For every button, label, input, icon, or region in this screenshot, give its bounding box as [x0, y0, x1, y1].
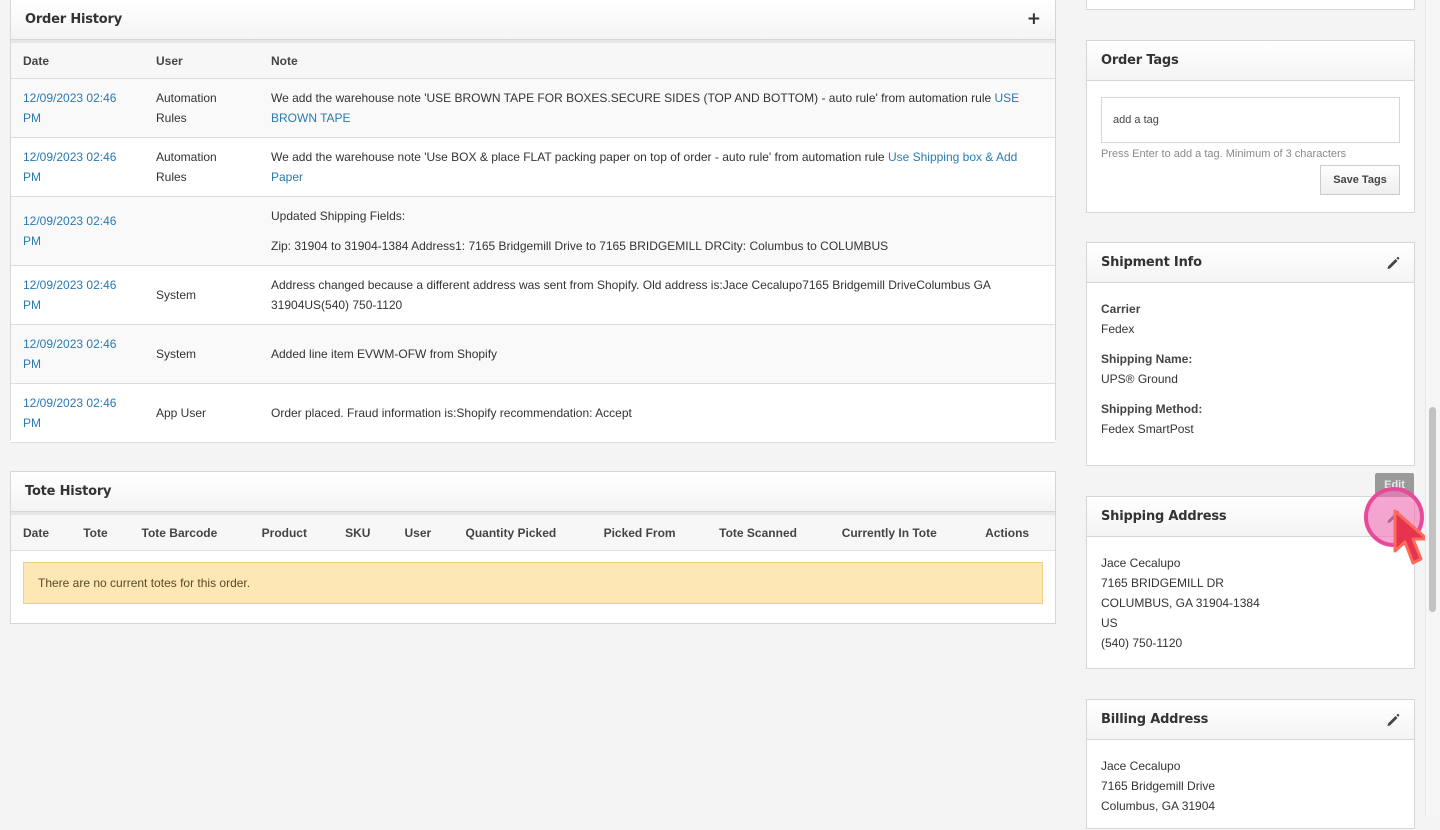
tote-history-title: Tote History [25, 484, 112, 499]
column-header-sku[interactable]: SKU [333, 512, 393, 551]
order-history-panel: Order History + Date User Note 12/09/202… [10, 0, 1056, 443]
shipping-address-title: Shipping Address [1101, 509, 1227, 524]
billing-street: 7165 Bridgemill Drive [1101, 779, 1216, 793]
shipping-city-state-zip: COLUMBUS, GA 31904-1384 [1101, 596, 1260, 610]
column-header-tote-barcode[interactable]: Tote Barcode [129, 512, 250, 551]
shipping-name-value: UPS® Ground [1101, 372, 1178, 386]
save-tags-button[interactable]: Save Tags [1320, 165, 1400, 195]
history-user: App User [144, 383, 259, 443]
history-note: We add the warehouse note 'Use BOX & pla… [259, 137, 1055, 197]
history-user: System [144, 324, 259, 384]
history-note: Added line item EVWM-OFW from Shopify [259, 324, 1055, 384]
shipment-info-title: Shipment Info [1101, 255, 1202, 270]
order-history-header: Order History + [11, 0, 1055, 40]
table-row: 12/09/2023 02:46 PM Automation Rules We ad… [11, 78, 1055, 138]
column-header-actions[interactable]: Actions [973, 512, 1055, 551]
history-user [144, 196, 259, 266]
shipping-country: US [1101, 616, 1118, 630]
shipment-info-header: Shipment Info [1087, 243, 1414, 283]
order-tags-title: Order Tags [1101, 53, 1179, 68]
history-date-link[interactable]: 12/09/2023 02:46 PM [23, 396, 116, 430]
shipping-method-label: Shipping Method: [1101, 402, 1203, 416]
column-header-picked-from[interactable]: Picked From [591, 512, 708, 551]
plus-icon[interactable]: + [1027, 11, 1041, 28]
table-header-row: Date User Note [11, 40, 1055, 79]
billing-address-panel: Billing Address Jace Cecalupo 7165 Bridg… [1086, 699, 1415, 829]
history-date-link[interactable]: 12/09/2023 02:46 PM [23, 337, 116, 371]
history-note-text: Order placed. Fraud information is:Shopi… [271, 406, 632, 420]
history-date-link[interactable]: 12/09/2023 02:46 PM [23, 150, 116, 184]
carrier-label: Carrier [1101, 302, 1141, 316]
history-note-text: We add the warehouse note 'USE BROWN TAP… [271, 91, 995, 105]
no-totes-alert: There are no current totes for this orde… [23, 562, 1043, 604]
history-user: Automation Rules [144, 137, 259, 197]
billing-name: Jace Cecalupo [1101, 759, 1181, 773]
history-note-text: Updated Shipping Fields: [271, 209, 406, 223]
tote-history-table: Date Tote Tote Barcode Product SKU User Quanti… [11, 512, 1055, 551]
no-totes-message: There are no current totes for this orde… [38, 576, 251, 590]
column-header-user[interactable]: User [144, 40, 259, 79]
history-note: Order placed. Fraud information is:Shopi… [259, 383, 1055, 443]
order-history-table: Date User Note 12/09/2023 02:46 PM Automa… [11, 40, 1055, 443]
history-date-link[interactable]: 12/09/2023 02:46 PM [23, 214, 116, 248]
tote-history-panel: Tote History Date Tote Tote Barcode Product… [10, 471, 1056, 624]
table-row: 12/09/2023 02:46 PM Automation Rules We ad… [11, 137, 1055, 197]
shipping-name: Jace Cecalupo [1101, 556, 1181, 570]
shipping-method-value: Fedex SmartPost [1101, 422, 1194, 436]
history-date-link[interactable]: 12/09/2023 02:46 PM [23, 278, 116, 312]
column-header-user[interactable]: User [392, 512, 454, 551]
tag-input-placeholder: add a tag [1113, 114, 1159, 126]
billing-city-state-zip: Columbus, GA 31904 [1101, 799, 1216, 813]
history-note: We add the warehouse note 'USE BROWN TAP… [259, 78, 1055, 138]
history-note-text: We add the warehouse note 'Use BOX & pla… [271, 150, 888, 164]
column-header-date[interactable]: Date [11, 40, 144, 79]
tote-history-header: Tote History [11, 472, 1055, 512]
column-header-currently-in-tote[interactable]: Currently In Tote [829, 512, 974, 551]
history-date-link[interactable]: 12/09/2023 02:46 PM [23, 91, 116, 125]
shipment-info-panel: Shipment Info Carrier Fedex Shipping Nam… [1086, 242, 1415, 466]
billing-address-title: Billing Address [1101, 712, 1209, 727]
table-row: 12/09/2023 02:46 PM System Added line item… [11, 324, 1055, 384]
history-note-text: Address changed because a different addr… [271, 278, 991, 312]
pencil-icon[interactable] [1386, 713, 1400, 727]
pencil-icon[interactable] [1386, 256, 1400, 270]
scrollbar-thumb[interactable] [1429, 407, 1436, 612]
shipping-street: 7165 BRIDGEMILL DR [1101, 576, 1224, 590]
history-note: Updated Shipping Fields: Zip: 31904 to 31… [259, 196, 1055, 266]
carrier-value: Fedex [1101, 322, 1135, 336]
history-user: Automation Rules [144, 78, 259, 138]
column-header-date[interactable]: Date [11, 512, 72, 551]
history-note-text: Added line item EVWM-OFW from Shopify [271, 347, 498, 361]
table-row: 12/09/2023 02:46 PM Updated Shipping Fiel… [11, 196, 1055, 266]
order-history-title: Order History [25, 12, 123, 27]
tag-hint: Press Enter to add a tag. Minimum of 3 c… [1101, 148, 1347, 160]
table-row: 12/09/2023 02:46 PM System Address changed… [11, 265, 1055, 325]
table-header-row: Date Tote Tote Barcode Product SKU User Quanti… [11, 512, 1055, 551]
mouse-cursor-icon [1393, 509, 1429, 565]
history-user: System [144, 265, 259, 325]
history-note-detail: Zip: 31904 to 31904-1384 Address1: 7165 … [271, 239, 889, 253]
order-tags-header: Order Tags [1087, 41, 1414, 81]
table-row: 12/09/2023 02:46 PM App User Order placed.… [11, 383, 1055, 443]
history-note: Address changed because a different addr… [259, 265, 1055, 325]
column-header-product[interactable]: Product [249, 512, 334, 551]
order-tags-panel: Order Tags add a tag Press Enter to add … [1086, 40, 1415, 213]
column-header-note[interactable]: Note [259, 40, 1055, 79]
previous-panel-bottom [1086, 0, 1415, 10]
tag-input[interactable]: add a tag [1101, 97, 1400, 143]
column-header-tote[interactable]: Tote [71, 512, 130, 551]
column-header-tote-scanned[interactable]: Tote Scanned [707, 512, 830, 551]
billing-address-header: Billing Address [1087, 700, 1414, 740]
shipping-phone: (540) 750-1120 [1101, 636, 1183, 650]
column-header-quantity-picked[interactable]: Quantity Picked [453, 512, 592, 551]
shipping-name-label: Shipping Name: [1101, 352, 1193, 366]
